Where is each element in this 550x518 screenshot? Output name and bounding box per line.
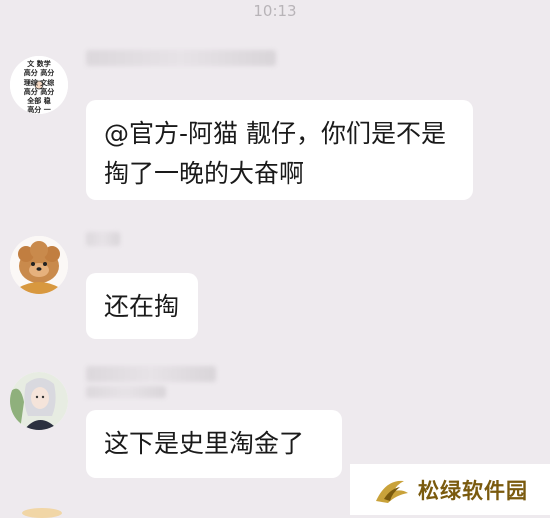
message-line: 掏了一晚的大奋啊 (104, 159, 305, 188)
sender-name-blurred (86, 232, 120, 246)
avatar[interactable] (10, 236, 68, 294)
avatar[interactable]: 文 数学 高分 高分 理综 文综 高分 高分 全部 稳 高分 一 (10, 56, 68, 114)
avatar-text-row3: 理综 文综 (24, 78, 54, 87)
puppy-avatar-icon (10, 236, 68, 294)
status-time: 10:13 (253, 2, 297, 20)
sender-name-blurred (86, 366, 216, 382)
anime-girl-avatar-icon (10, 372, 68, 430)
avatar-text-row2: 高分 高分 (24, 68, 54, 77)
message-line: @官方-阿猫 靓仔，你们是不是 (104, 119, 446, 148)
sender-name-blurred (86, 386, 166, 398)
watermark-text: 松绿软件园 (418, 478, 528, 503)
watermark: 松绿软件园 (350, 464, 550, 515)
avatar-text-row5: 全部 稳 (26, 96, 50, 105)
message-line: 还在掏 (104, 292, 180, 321)
pine-logo-icon (376, 480, 408, 503)
message-bubble[interactable]: @官方-阿猫 靓仔，你们是不是 掏了一晚的大奋啊 (86, 100, 473, 200)
avatar[interactable] (10, 372, 68, 430)
message-bubble[interactable]: 还在掏 (86, 273, 198, 339)
sender-name-blurred (86, 50, 276, 66)
avatar-text-row6: 高分 一 (27, 105, 50, 114)
avatar-text-row1: 文 数学 (27, 59, 50, 68)
partial-avatar (22, 508, 62, 518)
message-line: 这下是史里淘金了 (104, 429, 305, 458)
text-collage-avatar-icon: 文 数学 高分 高分 理综 文综 高分 高分 全部 稳 高分 一 (10, 56, 68, 114)
message-bubble[interactable]: 这下是史里淘金了 (86, 410, 342, 478)
avatar-text-row4: 高分 高分 (24, 87, 54, 96)
